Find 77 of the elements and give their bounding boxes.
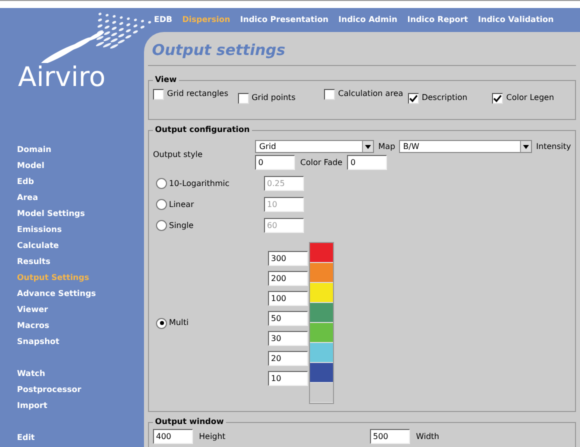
radio-label: 10-Logarithmic — [169, 178, 230, 190]
sidebar-link[interactable]: Snapshot — [0, 334, 148, 350]
field-label: Width — [416, 430, 440, 442]
page-title: Output settings — [152, 41, 286, 59]
radio-button[interactable] — [156, 178, 167, 189]
checkbox-label: Grid rectangles — [167, 89, 230, 99]
color-swatch[interactable] — [310, 363, 333, 383]
input-field[interactable]: 0 — [255, 155, 296, 170]
sidebar-link[interactable]: Model — [0, 158, 148, 174]
brand-name: Airviro — [17, 63, 107, 93]
input-field[interactable]: 60 — [264, 218, 304, 233]
sidebar-link[interactable]: Domain — [0, 142, 148, 158]
color-swatch[interactable] — [310, 283, 333, 303]
nav-tab[interactable]: EDB — [154, 14, 172, 26]
field-label: Height — [199, 430, 226, 442]
caret-icon — [365, 144, 372, 148]
sidebar-link[interactable]: Output Settings — [0, 270, 148, 286]
checkbox[interactable] — [324, 89, 336, 100]
nav-tab[interactable]: Indico Report — [407, 14, 468, 26]
sidebar-link[interactable]: Model Settings — [0, 206, 148, 222]
sidebar-link[interactable]: Advance Settings — [0, 286, 148, 302]
input-field[interactable]: 10 — [264, 197, 304, 212]
checkbox[interactable] — [153, 89, 164, 100]
sidebar-link[interactable]: Edit — [0, 430, 148, 446]
dropdown[interactable]: B/W — [399, 140, 532, 153]
radio-button[interactable] — [156, 318, 167, 328]
sidebar-link[interactable]: Calculate — [0, 238, 148, 254]
color-swatch[interactable] — [310, 343, 333, 363]
sidebar-link[interactable]: Macros — [0, 318, 148, 334]
input-field[interactable]: 50 — [268, 311, 308, 326]
dropdown[interactable]: Grid — [255, 140, 374, 153]
nav-tab[interactable]: Indico Admin — [338, 14, 398, 26]
sidebar-link[interactable]: Area — [0, 190, 148, 206]
sidebar-link[interactable]: Viewer — [0, 302, 148, 318]
sidebar-link[interactable]: Import — [0, 398, 148, 414]
nav-tab[interactable]: Indico Validation — [478, 14, 554, 26]
checkbox[interactable] — [238, 93, 249, 104]
checkbox-label: Grid points — [252, 93, 296, 103]
input-field[interactable]: 100 — [268, 291, 308, 306]
input-field[interactable]: 400 — [153, 429, 193, 444]
sidebar-link[interactable]: Edb — [0, 174, 148, 190]
color-swatch[interactable] — [310, 243, 333, 263]
input-field[interactable]: 0.25 — [264, 176, 304, 191]
sidebar-link[interactable]: Postprocessor — [0, 382, 148, 398]
color-swatch[interactable] — [310, 323, 333, 343]
input-field[interactable]: 30 — [268, 331, 308, 346]
input-field[interactable]: 500 — [370, 429, 410, 444]
radio-button[interactable] — [156, 220, 167, 231]
nav-tab[interactable]: Indico Presentation — [240, 14, 328, 26]
field-label: Color Fade — [300, 156, 342, 168]
radio-label: Single — [169, 220, 194, 232]
color-swatch[interactable] — [310, 263, 333, 283]
input-field[interactable]: 20 — [268, 351, 308, 366]
color-swatch[interactable] — [310, 303, 333, 323]
radio-label: Linear — [169, 198, 194, 210]
caret-icon — [523, 144, 530, 148]
checkbox-label: Calculation area — [338, 89, 404, 99]
section-legend: Output configuration — [153, 124, 252, 136]
input-field[interactable]: 300 — [268, 251, 308, 266]
checkbox-label: Color Legen — [506, 93, 554, 103]
checkbox[interactable] — [492, 93, 504, 104]
nav-tab[interactable]: Dispersion — [182, 14, 230, 26]
field-label: Output style — [153, 149, 203, 161]
field-label: Intensity — [536, 140, 571, 152]
color-swatch[interactable] — [310, 383, 333, 403]
radio-label: Multi — [169, 317, 189, 329]
field-label: Map — [378, 140, 396, 152]
sidebar-link[interactable]: Watch — [0, 366, 148, 382]
section-legend: Output window — [153, 416, 226, 428]
sidebar-link[interactable]: Emissions — [0, 222, 148, 238]
sidebar-link[interactable]: Results — [0, 254, 148, 270]
input-field[interactable]: 10 — [268, 371, 308, 386]
input-field[interactable]: 200 — [268, 271, 308, 286]
checkbox-label: Description — [422, 93, 468, 103]
radio-button[interactable] — [156, 199, 167, 210]
input-field[interactable]: 0 — [347, 155, 388, 170]
checkbox[interactable] — [408, 93, 419, 104]
